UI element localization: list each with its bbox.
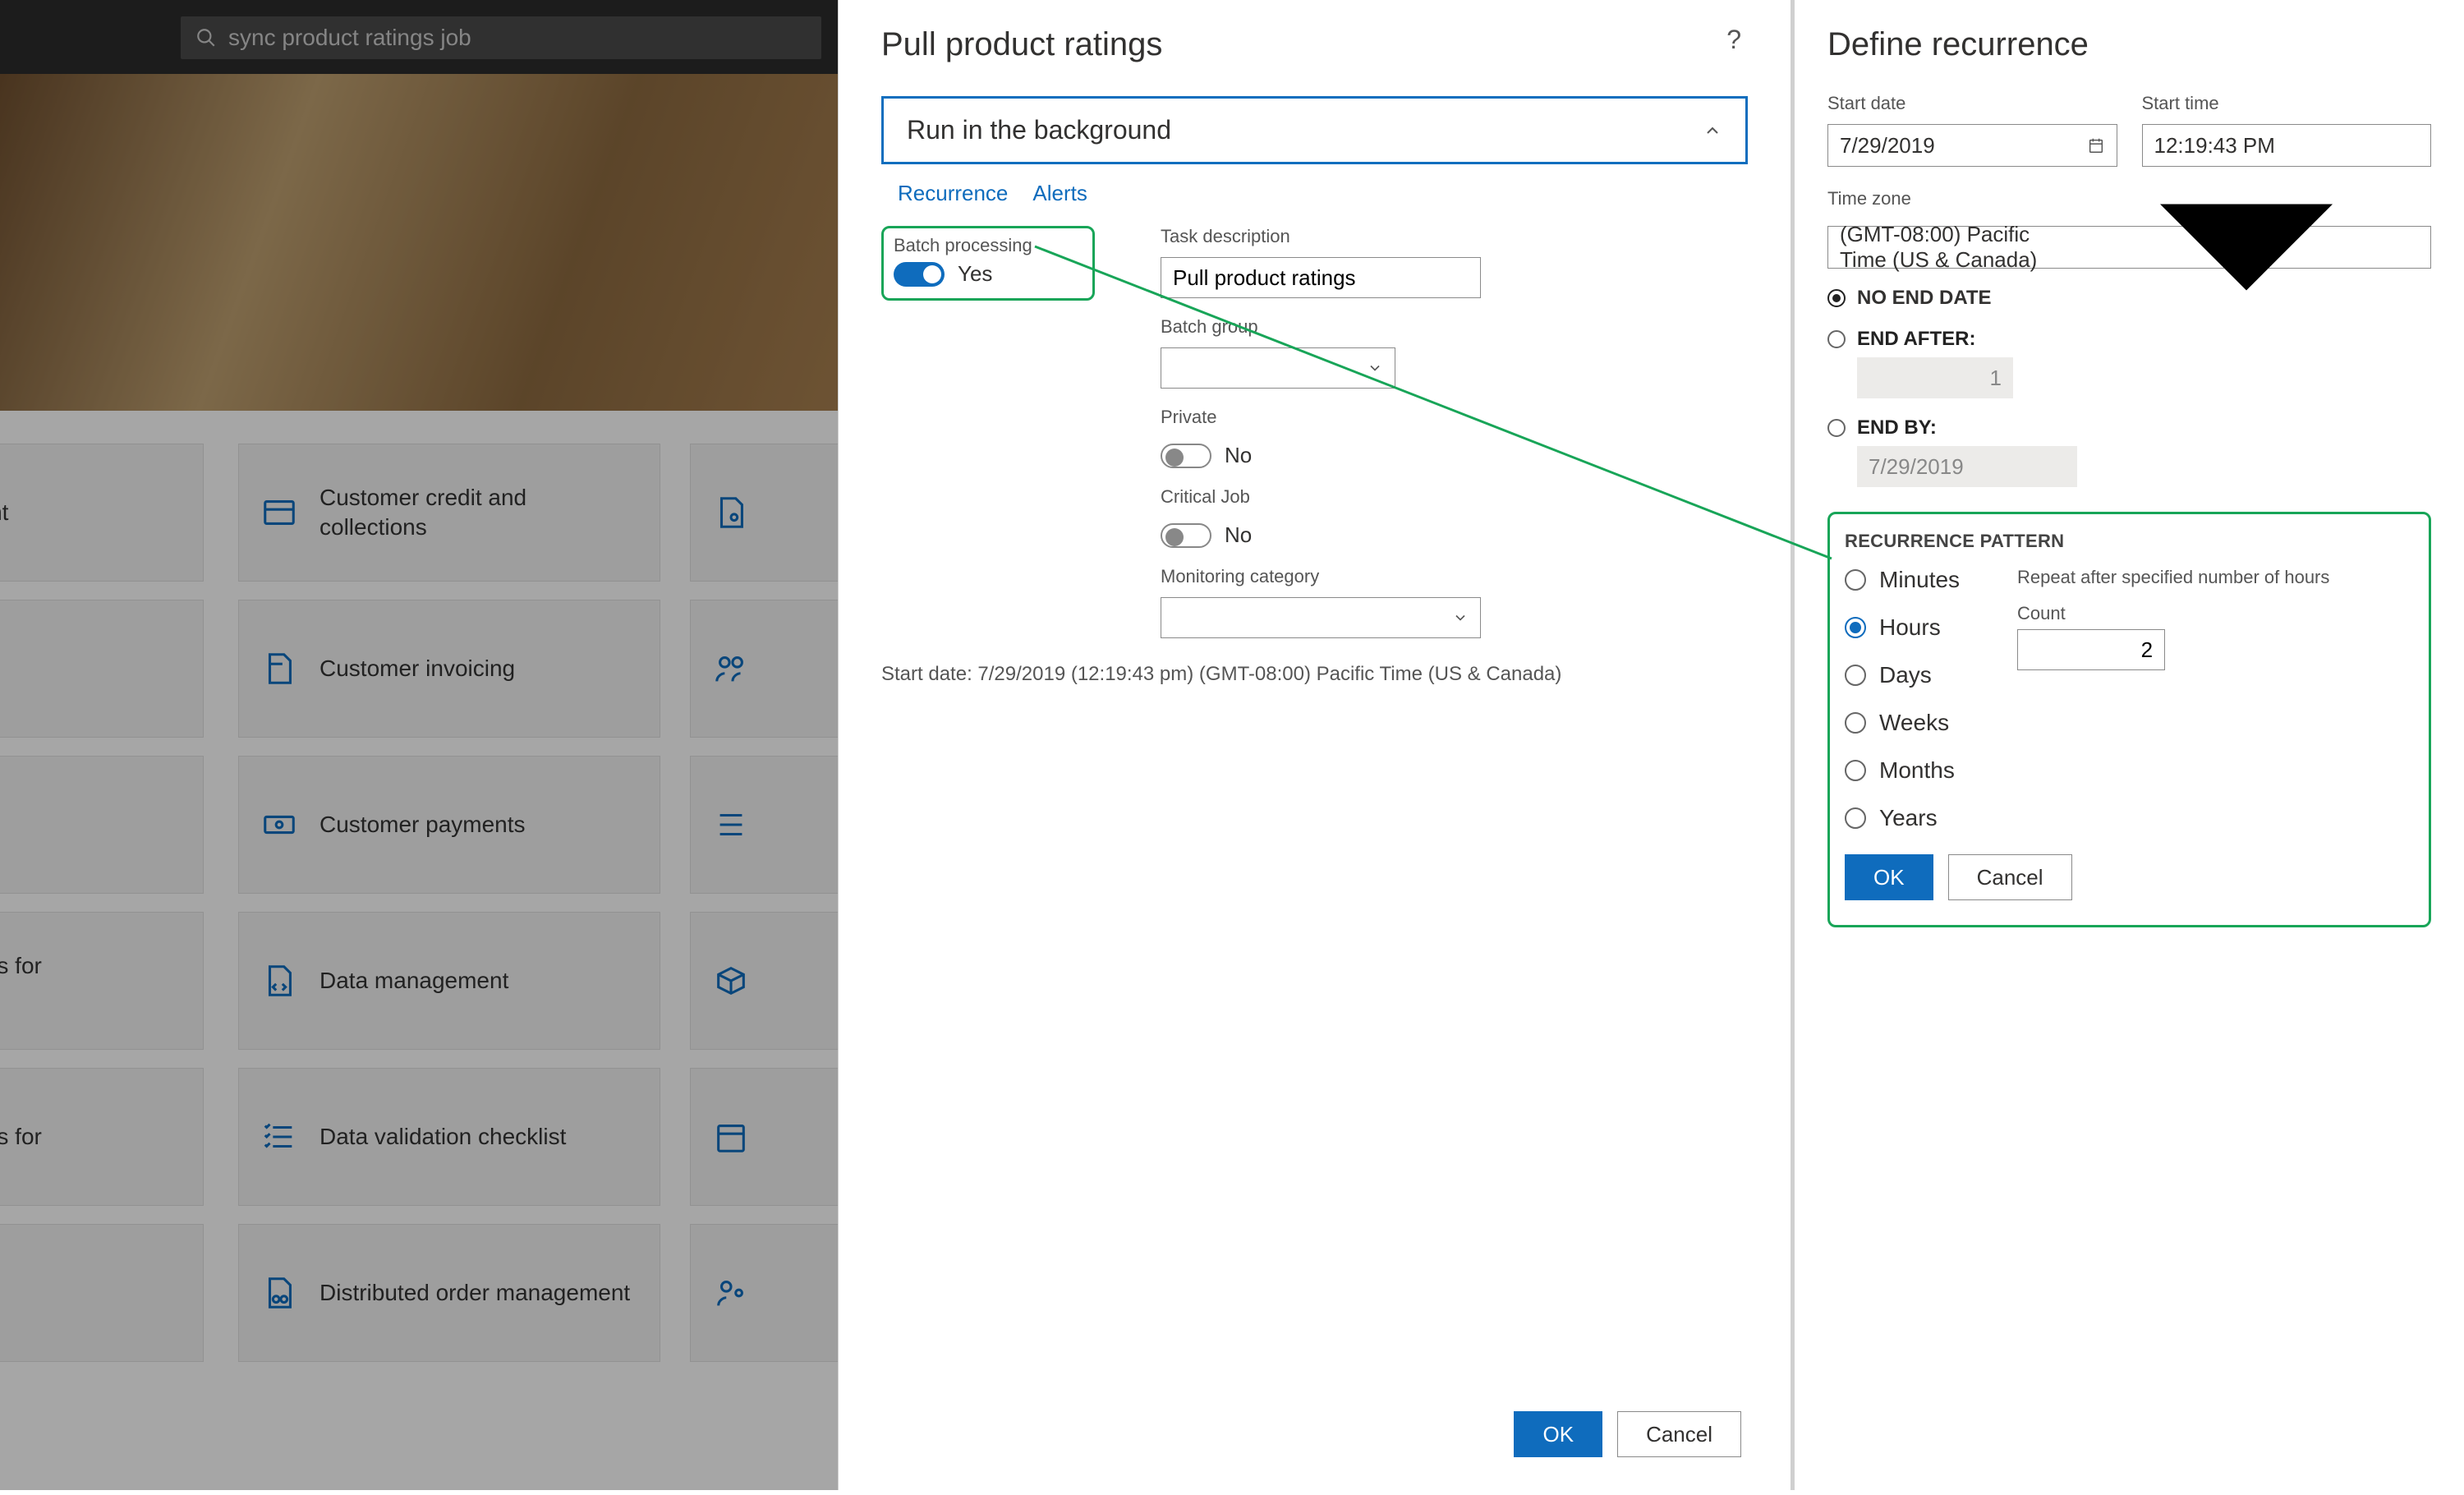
define-recurrence-panel: Define recurrence Start date 7/29/2019 S…	[1791, 0, 2464, 1490]
panel-title: Pull product ratings	[881, 26, 1748, 63]
recurrence-description: Repeat after specified number of hours	[2017, 567, 2414, 588]
panel1-ok-button[interactable]: OK	[1514, 1411, 1602, 1457]
recurrence-years-radio[interactable]: Years	[1845, 805, 1960, 831]
alerts-link[interactable]: Alerts	[1032, 181, 1087, 206]
batch-group-label: Batch group	[1161, 316, 1748, 338]
background-sublinks: Recurrence Alerts	[881, 181, 1748, 206]
critical-job-value: No	[1225, 522, 1252, 548]
end-after-count-input: 1	[1857, 357, 2013, 398]
recurrence-cancel-button[interactable]: Cancel	[1948, 854, 2072, 900]
timezone-select[interactable]: (GMT-08:00) Pacific Time (US & Canada)	[1827, 226, 2431, 269]
pull-product-ratings-panel: ? Pull product ratings Run in the backgr…	[838, 0, 1791, 1490]
critical-job-toggle[interactable]	[1161, 523, 1211, 548]
expander-label: Run in the background	[907, 115, 1171, 145]
recurrence-ok-button[interactable]: OK	[1845, 854, 1933, 900]
recurrence-weeks-radio[interactable]: Weeks	[1845, 710, 1960, 736]
batch-processing-highlight: Batch processing Yes	[881, 226, 1095, 301]
batch-processing-toggle[interactable]	[894, 262, 945, 287]
recurrence-pattern-highlight: RECURRENCE PATTERN Minutes Hours Days We…	[1827, 512, 2431, 927]
end-by-radio[interactable]: END BY:	[1827, 416, 2431, 439]
run-in-background-expander[interactable]: Run in the background	[881, 96, 1748, 164]
panel1-cancel-button[interactable]: Cancel	[1617, 1411, 1741, 1457]
batch-processing-value: Yes	[958, 261, 992, 287]
private-value: No	[1225, 443, 1252, 468]
chevron-up-icon	[1703, 121, 1722, 140]
chevron-down-icon	[1367, 360, 1383, 376]
modal-overlay	[0, 0, 838, 1490]
task-description-label: Task description	[1161, 226, 1748, 247]
batch-group-select[interactable]	[1161, 347, 1395, 389]
chevron-down-icon	[1452, 610, 1469, 626]
chevron-down-icon	[2074, 75, 2419, 420]
help-icon[interactable]: ?	[1726, 25, 1741, 55]
recurrence-count-label: Count	[2017, 603, 2414, 624]
critical-job-label: Critical Job	[1161, 486, 1748, 508]
recurrence-minutes-radio[interactable]: Minutes	[1845, 567, 1960, 593]
task-description-input[interactable]	[1161, 257, 1481, 298]
recurrence-months-radio[interactable]: Months	[1845, 757, 1960, 784]
recurrence-count-input[interactable]	[2017, 629, 2165, 670]
batch-processing-label: Batch processing	[894, 235, 1083, 256]
private-label: Private	[1161, 407, 1748, 428]
start-date-note: Start date: 7/29/2019 (12:19:43 pm) (GMT…	[881, 663, 1748, 686]
recurrence-days-radio[interactable]: Days	[1845, 662, 1960, 688]
monitoring-category-select[interactable]	[1161, 597, 1481, 638]
recurrence-pattern-heading: RECURRENCE PATTERN	[1845, 531, 2414, 552]
monitoring-category-label: Monitoring category	[1161, 566, 1748, 587]
recurrence-link[interactable]: Recurrence	[898, 181, 1008, 206]
end-by-date-input: 7/29/2019	[1857, 446, 2077, 487]
panel2-title: Define recurrence	[1827, 26, 2431, 63]
recurrence-hours-radio[interactable]: Hours	[1845, 614, 1960, 641]
private-toggle[interactable]	[1161, 444, 1211, 468]
